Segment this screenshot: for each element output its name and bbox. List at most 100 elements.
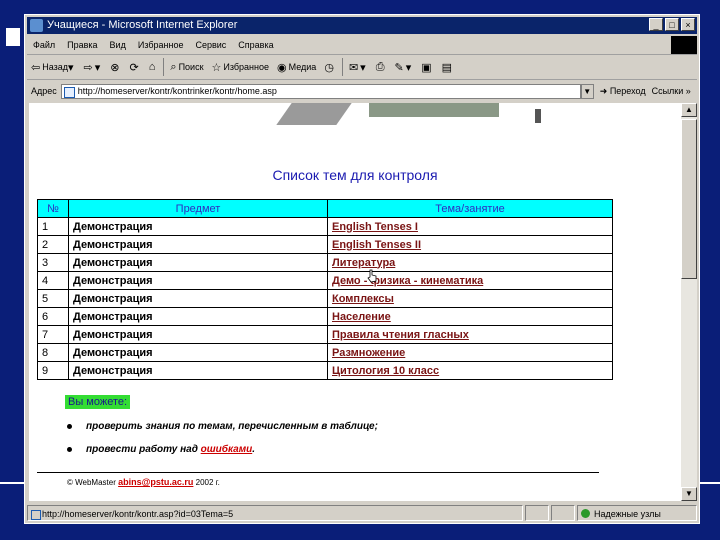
- search-button[interactable]: ⌕ Поиск: [166, 61, 207, 74]
- home-button[interactable]: ⌂: [145, 61, 162, 73]
- menu-help[interactable]: Справка: [232, 36, 279, 54]
- history-button[interactable]: ◷: [320, 61, 340, 74]
- messenger-button[interactable]: ▤: [438, 61, 458, 74]
- column-header-subject: Предмет: [68, 199, 328, 218]
- table-row: 7 Демонстрация Правила чтения гласных: [37, 325, 613, 344]
- row-number: 3: [37, 253, 69, 272]
- row-subject: Демонстрация: [68, 289, 328, 308]
- topic-link[interactable]: Комплексы: [332, 293, 394, 305]
- option-check-knowledge: проверить знания по темам, перечисленным…: [86, 421, 378, 432]
- footer-year: 2002 г.: [195, 478, 220, 487]
- table-row: 4 Демонстрация Демо - физика - кинематик…: [37, 271, 613, 290]
- status-cell: [551, 505, 575, 521]
- scroll-up-button[interactable]: ▲: [681, 103, 697, 117]
- row-number: 8: [37, 343, 69, 362]
- page-icon: [31, 510, 41, 520]
- webmaster-email-link[interactable]: abins@pstu.ac.ru: [118, 477, 193, 487]
- close-button[interactable]: ×: [681, 18, 695, 31]
- media-button[interactable]: ◉ Медиа: [273, 61, 320, 74]
- go-button[interactable]: ➜ Переход: [600, 86, 646, 97]
- row-topic-cell: Комплексы: [327, 289, 613, 308]
- refresh-button[interactable]: ⟳: [126, 61, 145, 74]
- dropdown-arrow-icon: ▾: [94, 61, 101, 74]
- forward-button[interactable]: ⇨ ▾: [80, 61, 107, 74]
- table-row: 3 Демонстрация Литература: [37, 253, 613, 272]
- back-label: Назад: [42, 62, 69, 72]
- links-button[interactable]: Ссылки »: [652, 86, 691, 96]
- row-number: 4: [37, 271, 69, 290]
- slide-bullet-mark: [6, 28, 20, 46]
- security-zone-label: Надежные узлы: [594, 509, 661, 519]
- slide-decoration-line: [0, 482, 24, 484]
- back-button[interactable]: ⇦ Назад ▾: [27, 61, 80, 74]
- menu-favorites[interactable]: Избранное: [132, 36, 190, 54]
- topic-link[interactable]: Правила чтения гласных: [332, 329, 469, 341]
- scroll-thumb[interactable]: [681, 119, 697, 279]
- status-cell: [525, 505, 549, 521]
- row-number: 1: [37, 217, 69, 236]
- security-zone: Надежные узлы: [577, 505, 697, 521]
- option-review-prefix: провести работу над: [86, 444, 198, 455]
- table-row: 6 Демонстрация Население: [37, 307, 613, 326]
- stop-icon: ⊗: [110, 61, 120, 74]
- refresh-icon: ⟳: [129, 61, 139, 74]
- edit-button[interactable]: ✎ ▾: [391, 61, 418, 74]
- table-row: 5 Демонстрация Комплексы: [37, 289, 613, 308]
- column-header-topic: Тема/занятие: [327, 199, 613, 218]
- stop-button[interactable]: ⊗: [106, 61, 125, 74]
- menu-file[interactable]: Файл: [27, 36, 61, 54]
- row-subject: Демонстрация: [68, 217, 328, 236]
- row-topic-cell: English Tenses I: [327, 217, 613, 236]
- row-number: 7: [37, 325, 69, 344]
- edit-icon: ✎: [394, 61, 404, 74]
- menu-edit[interactable]: Правка: [61, 36, 103, 54]
- dropdown-arrow-icon: ▾: [360, 61, 366, 74]
- toolbar-separator: [341, 58, 343, 76]
- row-topic-cell: Правила чтения гласных: [327, 325, 613, 344]
- dropdown-arrow-icon: ▾: [405, 61, 412, 74]
- topic-link[interactable]: Демо - физика - кинематика: [332, 275, 483, 287]
- menu-view[interactable]: Вид: [104, 36, 132, 54]
- topic-link[interactable]: Население: [332, 311, 391, 323]
- row-topic-cell: Размножение: [327, 343, 613, 362]
- trusted-zone-icon: [581, 509, 590, 518]
- header-board-graphic: [369, 103, 499, 117]
- footer-copyright: © WebMaster: [67, 478, 116, 487]
- mail-button[interactable]: ✉ ▾: [345, 61, 372, 74]
- topic-link[interactable]: English Tenses I: [332, 221, 418, 233]
- topic-link[interactable]: English Tenses II: [332, 239, 421, 251]
- address-dropdown-button[interactable]: ▼: [580, 83, 594, 99]
- slide-decoration-line: [700, 482, 720, 484]
- search-icon: ⌕: [170, 60, 177, 73]
- browser-window: Учащиеся - Microsoft Internet Explorer _…: [24, 14, 700, 524]
- status-url: http://homeserver/kontr/kontr.asp?id=03T…: [27, 505, 523, 521]
- address-field-wrapper: [60, 83, 581, 99]
- scroll-down-button[interactable]: ▼: [681, 487, 697, 501]
- go-label: Переход: [609, 85, 646, 96]
- favorites-button[interactable]: ☆ Избранное: [208, 61, 274, 74]
- toolbar-separator: [163, 58, 165, 76]
- maximize-button[interactable]: □: [665, 18, 679, 31]
- you-can-heading: Вы можете:: [65, 395, 131, 409]
- list-item: проверить знания по темам, перечисленным…: [67, 421, 378, 432]
- topic-link[interactable]: Литература: [332, 257, 395, 269]
- vertical-scrollbar[interactable]: ▲ ▼: [681, 103, 697, 501]
- row-number: 6: [37, 307, 69, 326]
- minimize-button[interactable]: _: [649, 18, 663, 31]
- topic-link[interactable]: Размножение: [332, 347, 405, 359]
- topic-link[interactable]: Цитология 10 класс: [332, 365, 439, 377]
- window-controls: _ □ ×: [649, 18, 695, 31]
- errors-link[interactable]: ошибками: [201, 444, 253, 455]
- row-topic-cell: English Tenses II: [327, 235, 613, 254]
- discuss-button[interactable]: ▣: [417, 61, 437, 74]
- windows-logo-icon: [671, 36, 697, 54]
- title-bar: Учащиеся - Microsoft Internet Explorer _…: [27, 17, 697, 34]
- address-label: Адрес: [31, 86, 57, 96]
- row-number: 5: [37, 289, 69, 308]
- status-url-text: http://homeserver/kontr/kontr.asp?id=03T…: [42, 509, 234, 519]
- row-subject: Демонстрация: [68, 271, 328, 290]
- menu-tools[interactable]: Сервис: [189, 36, 232, 54]
- address-input[interactable]: [60, 83, 581, 99]
- media-icon: ◉: [277, 61, 287, 74]
- print-button[interactable]: ⎙: [372, 61, 391, 74]
